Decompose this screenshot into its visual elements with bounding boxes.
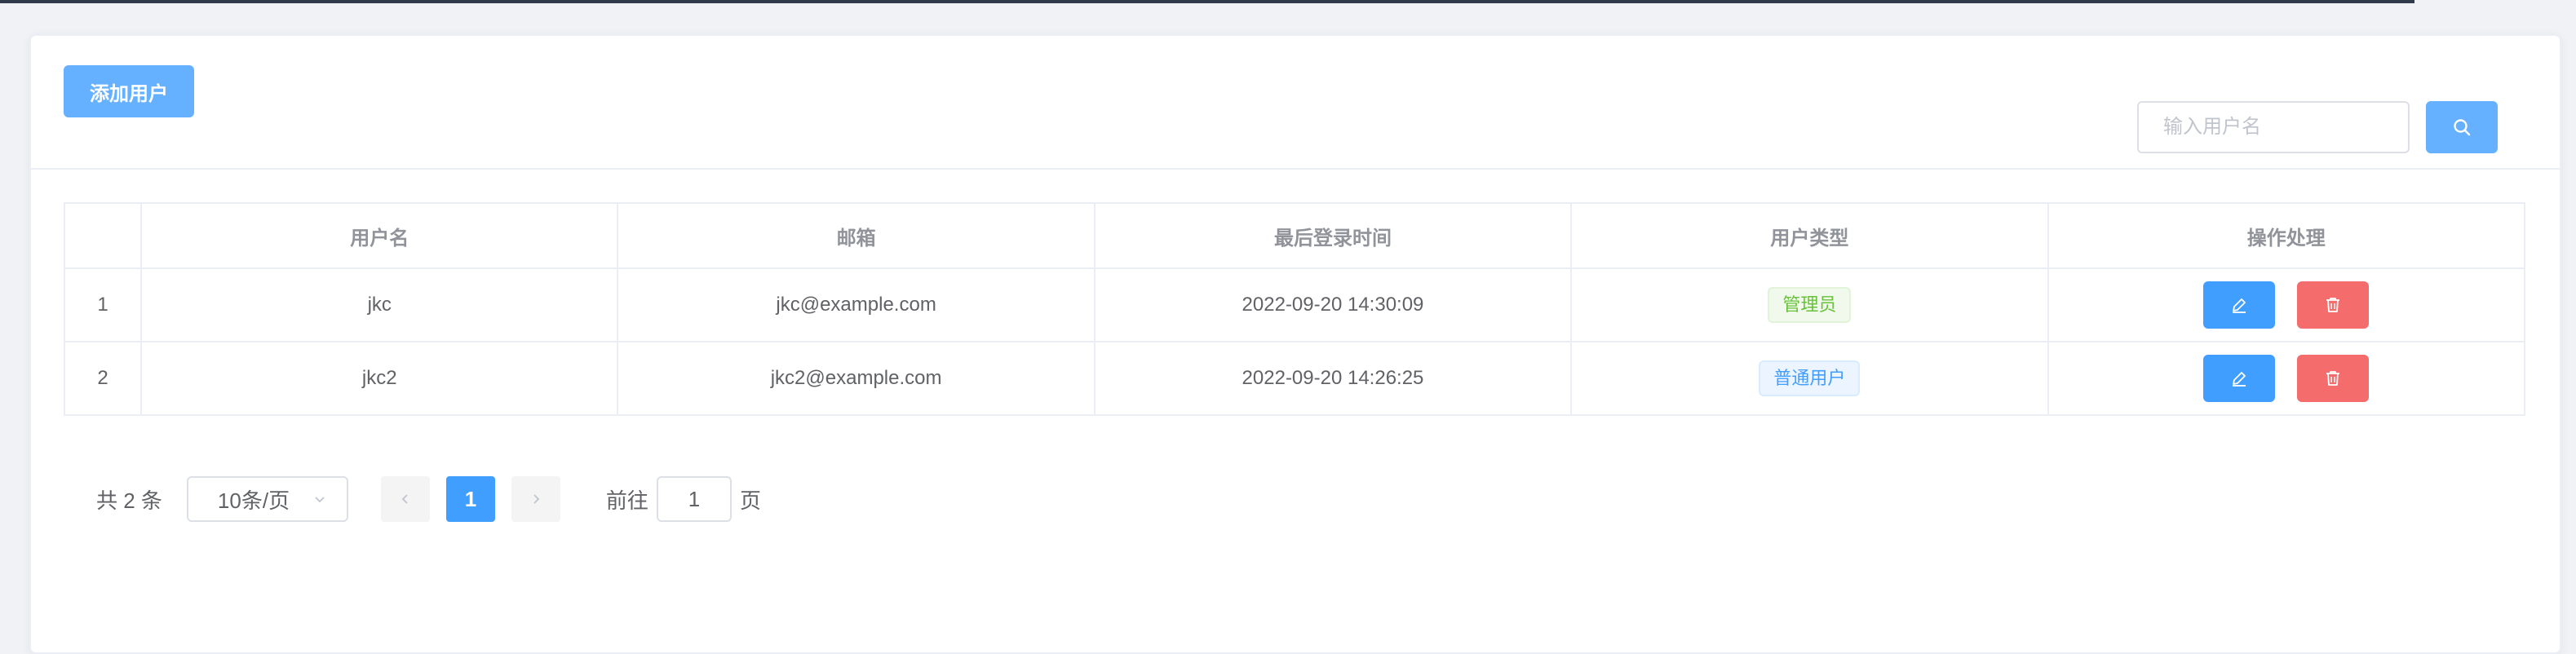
edit-icon (2233, 298, 2246, 313)
page-number-current[interactable]: 1 (445, 476, 495, 522)
actions-cell (2047, 267, 2526, 342)
last-login-cell: 2022-09-20 14:30:09 (1093, 267, 1573, 342)
pagination: 共 2 条 10条/页 1 前往 页 (96, 475, 761, 524)
search-icon (2454, 119, 2471, 136)
user-type-tag: 普通用户 (1759, 360, 1861, 396)
column-header-user-type[interactable]: 用户类型 (1570, 202, 2049, 269)
search-input[interactable] (2137, 101, 2410, 153)
prev-page-button[interactable] (380, 476, 430, 522)
actions-cell (2047, 341, 2526, 416)
user-type-cell: 普通用户 (1570, 341, 2049, 416)
column-header-email[interactable]: 邮箱 (617, 202, 1095, 269)
chevron-left-icon (401, 494, 408, 504)
next-page-button[interactable] (511, 476, 560, 522)
page-suffix: 页 (739, 488, 761, 513)
email-cell: jkc@example.com (617, 267, 1095, 342)
user-table: 用户名 邮箱 最后登录时间 用户类型 操作处理 1 jkc jkc@exampl… (63, 202, 2526, 416)
delete-button[interactable] (2297, 355, 2370, 402)
column-header-last-login[interactable]: 最后登录时间 (1093, 202, 1573, 269)
total-count: 共 2 条 (96, 488, 162, 513)
column-header-username[interactable]: 用户名 (140, 202, 619, 269)
edit-icon (2233, 372, 2246, 387)
trash-icon (2326, 298, 2340, 312)
user-management-card: 添加用户 用户名 邮箱 最后登录时间 用户类型 操作处理 1 (29, 34, 2561, 654)
delete-button[interactable] (2297, 281, 2370, 329)
add-user-button[interactable]: 添加用户 (64, 65, 194, 117)
table-header-row: 用户名 邮箱 最后登录时间 用户类型 操作处理 (63, 202, 2526, 269)
row-index: 2 (63, 341, 143, 416)
goto-label: 前往 (605, 488, 648, 513)
user-type-cell: 管理员 (1570, 267, 2049, 342)
search-button[interactable] (2426, 101, 2498, 153)
edit-button[interactable] (2203, 355, 2276, 402)
trash-icon (2326, 371, 2340, 386)
page-size-select[interactable]: 10条/页 (186, 476, 348, 522)
row-index: 1 (63, 267, 143, 342)
username-cell: jkc (140, 267, 619, 342)
email-cell: jkc2@example.com (617, 341, 1095, 416)
top-nav-bar-edge (0, 0, 2414, 3)
user-type-tag: 管理员 (1768, 287, 1852, 323)
goto-page-input[interactable] (656, 476, 732, 522)
chevron-right-icon (533, 494, 540, 504)
card-header: 添加用户 (31, 36, 2560, 170)
page-size-value: 10条/页 (217, 488, 290, 513)
last-login-cell: 2022-09-20 14:26:25 (1093, 341, 1573, 416)
edit-button[interactable] (2203, 281, 2276, 329)
table-row: 2 jkc2 jkc2@example.com 2022-09-20 14:26… (63, 341, 2526, 416)
chevron-down-icon (315, 497, 325, 503)
table-row: 1 jkc jkc@example.com 2022-09-20 14:30:0… (63, 267, 2526, 342)
column-header-actions: 操作处理 (2047, 202, 2526, 269)
column-header-index (63, 202, 143, 269)
username-cell: jkc2 (140, 341, 619, 416)
